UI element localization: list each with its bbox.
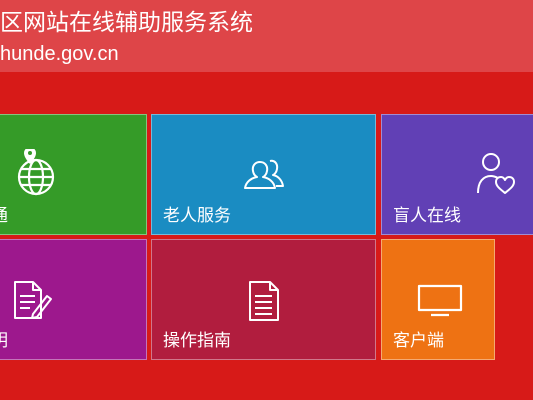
tile-label: 客户端 bbox=[393, 331, 444, 351]
tile-label: 通 bbox=[0, 205, 8, 227]
site-domain: hunde.gov.cn bbox=[0, 43, 119, 65]
users-icon bbox=[244, 159, 284, 189]
document-edit-icon bbox=[14, 281, 52, 319]
tile-label: 操作指南 bbox=[163, 331, 231, 351]
tile-label: 明 bbox=[0, 330, 8, 352]
tile-operation-guide[interactable]: 操作指南 bbox=[151, 239, 376, 360]
user-heart-icon bbox=[477, 153, 515, 194]
tile-label: 老人服务 bbox=[163, 206, 231, 226]
tile-blind-online[interactable]: 盲人在线 bbox=[381, 114, 533, 235]
tile-statement[interactable]: 明 bbox=[0, 239, 147, 360]
monitor-icon bbox=[417, 284, 463, 317]
document-icon bbox=[249, 281, 279, 321]
tile-client[interactable]: 客户端 bbox=[381, 239, 495, 360]
tile-elderly-service[interactable]: 老人服务 bbox=[151, 114, 376, 235]
header-bar: 区网站在线辅助服务系统 hunde.gov.cn bbox=[0, 0, 533, 72]
tile-traffic[interactable]: 通 bbox=[0, 114, 147, 235]
globe-location-icon bbox=[17, 149, 55, 196]
site-title: 区网站在线辅助服务系统 bbox=[0, 10, 253, 36]
tile-label: 盲人在线 bbox=[393, 206, 461, 226]
